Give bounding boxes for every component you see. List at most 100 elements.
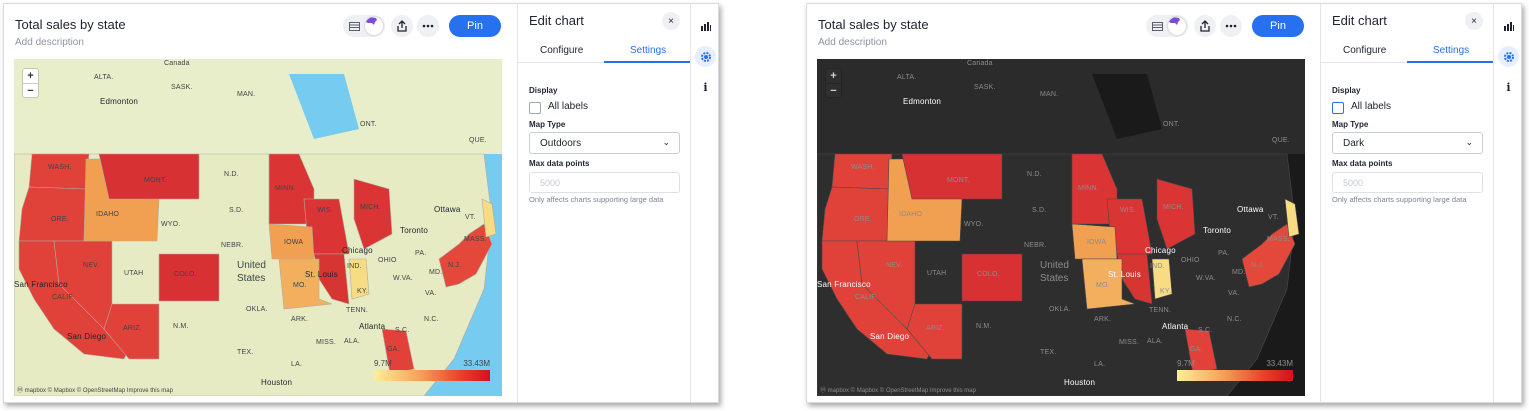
chart-description[interactable]: Add description <box>15 37 84 48</box>
map-label-pa: PA. <box>415 250 427 257</box>
close-icon[interactable]: × <box>662 12 680 30</box>
state-oregon[interactable] <box>821 186 890 242</box>
map-label-mass: MASS. <box>1267 236 1290 243</box>
zoom-in-button[interactable]: + <box>23 69 38 83</box>
map-label-n-m: N.M. <box>976 323 992 330</box>
map-label-ohio: OHIO <box>1181 257 1200 264</box>
zoom-out-button[interactable]: − <box>826 83 841 97</box>
state-washington[interactable] <box>831 153 893 190</box>
gear-icon[interactable] <box>1498 46 1519 67</box>
map-label-ont: ONT. <box>1163 121 1180 128</box>
map-label-colo: COLO. <box>174 271 197 278</box>
map-label-ga: GA. <box>1190 346 1203 353</box>
pin-button[interactable]: Pin <box>449 15 501 37</box>
max-data-points-input[interactable]: 5000 <box>529 172 680 193</box>
map-label-mo: MO. <box>293 282 307 289</box>
map-type-value: Outdoors <box>540 138 582 149</box>
map-label-san-francisco: San Francisco <box>14 280 68 289</box>
map-label-mont: MONT. <box>947 177 970 184</box>
map-label-ohio: OHIO <box>378 257 397 264</box>
pin-button[interactable]: Pin <box>1252 15 1304 37</box>
bar-chart-icon[interactable] <box>1498 15 1519 36</box>
map-label-ark: ARK. <box>291 316 309 323</box>
chart-description[interactable]: Add description <box>818 37 887 48</box>
chart-title[interactable]: Total sales by state <box>818 17 929 32</box>
map-label-mont: MONT. <box>144 177 167 184</box>
edit-chart-panel: Edit chart × Configure Settings Display … <box>517 4 690 402</box>
map-label-n-c: N.C. <box>1227 316 1242 323</box>
map-label-nebr: NEBR. <box>221 242 244 249</box>
table-icon[interactable] <box>345 17 363 35</box>
tab-configure[interactable]: Configure <box>1343 45 1386 56</box>
tab-configure[interactable]: Configure <box>540 45 583 56</box>
canada-land <box>14 59 502 154</box>
map-label-mo: MO. <box>1096 282 1110 289</box>
chart-area: Total sales by state Add description Pin… <box>807 4 1320 402</box>
tab-settings[interactable]: Settings <box>1433 45 1469 56</box>
state-washington[interactable] <box>28 153 90 190</box>
view-toggle[interactable] <box>1146 15 1188 37</box>
share-icon[interactable] <box>391 15 413 37</box>
all-labels-label[interactable]: All labels <box>1351 101 1391 112</box>
map-canvas[interactable] <box>14 59 502 396</box>
map[interactable]: + − Canada ALTA. SASK. MAN. Edmonton ONT. QUE.… <box>14 59 502 396</box>
map-canvas[interactable] <box>817 59 1305 396</box>
map-label-atlanta: Atlanta <box>359 322 386 331</box>
all-labels-checkbox[interactable] <box>529 102 541 114</box>
map-attribution[interactable]: Ⓜ mapbox © Mapbox © OpenStreetMap Improv… <box>17 385 173 394</box>
map-label-wash: WASH. <box>851 164 875 171</box>
zoom-out-button[interactable]: − <box>23 83 38 97</box>
map-label-ariz: ARIZ. <box>926 325 945 332</box>
chart-title[interactable]: Total sales by state <box>15 17 126 32</box>
legend-gradient <box>374 370 490 381</box>
map-label-utah: UTAH <box>124 270 144 277</box>
map-label-mich: MICH. <box>1163 204 1184 211</box>
state-oregon[interactable] <box>18 186 87 242</box>
edit-chart-panel: Edit chart × Configure Settings Display … <box>1320 4 1493 402</box>
zoom-in-button[interactable]: + <box>826 69 841 83</box>
map-type-select[interactable]: Dark ⌄ <box>1332 132 1483 154</box>
max-data-points-input[interactable]: 5000 <box>1332 172 1483 193</box>
map-label-s-d: S.D. <box>1032 207 1047 214</box>
all-labels-label[interactable]: All labels <box>548 101 588 112</box>
map-label-n-j: N.J. <box>1251 262 1265 269</box>
map-label-n-d: N.D. <box>1027 171 1042 178</box>
map-type-label: Map Type <box>529 120 566 129</box>
map-label-iowa: IOWA <box>284 239 304 246</box>
edit-chart-title: Edit chart <box>529 13 584 28</box>
map-label-united: United <box>1040 260 1069 271</box>
map-label-calif: CALIF. <box>855 294 878 301</box>
all-labels-checkbox[interactable] <box>1332 102 1344 114</box>
more-options-icon[interactable] <box>1220 15 1242 37</box>
map-label-n-j: N.J. <box>448 262 462 269</box>
map-label-que: QUE. <box>1272 137 1290 144</box>
share-icon[interactable] <box>1194 15 1216 37</box>
tab-settings[interactable]: Settings <box>630 45 666 56</box>
map-label-san-francisco: San Francisco <box>817 280 871 289</box>
more-options-icon[interactable] <box>417 15 439 37</box>
table-icon[interactable] <box>1148 17 1166 35</box>
map-label-sask: SASK. <box>974 84 996 91</box>
map-type-value: Dark <box>1343 138 1365 149</box>
map-label-man: MAN. <box>1040 91 1059 98</box>
us-map-icon[interactable] <box>365 17 383 35</box>
display-label: Display <box>529 86 558 95</box>
map-label-ky: KY. <box>1160 288 1171 295</box>
map[interactable]: + − Canada ALTA. SASK. MAN. Edmonton ONT. QUE.… <box>817 59 1305 396</box>
info-icon[interactable]: i <box>695 77 716 98</box>
map-legend: 9.7M 33.43M <box>1177 359 1293 381</box>
map-label-san-diego: San Diego <box>870 332 910 341</box>
us-map-icon[interactable] <box>1168 17 1186 35</box>
view-toggle[interactable] <box>343 15 385 37</box>
info-icon[interactable]: i <box>1498 77 1519 98</box>
map-label-minn: MINN. <box>1078 185 1099 192</box>
map-type-select[interactable]: Outdoors ⌄ <box>529 132 680 154</box>
chevron-down-icon: ⌄ <box>1465 137 1473 147</box>
map-label-canada: Canada <box>967 60 993 67</box>
bar-chart-icon[interactable] <box>695 15 716 36</box>
close-icon[interactable]: × <box>1465 12 1483 30</box>
max-data-points-hint: Only affects charts supporting large dat… <box>529 195 664 204</box>
gear-icon[interactable] <box>695 46 716 67</box>
map-attribution[interactable]: Ⓜ mapbox © Mapbox © OpenStreetMap Improv… <box>820 385 976 394</box>
side-rail: i <box>690 4 719 402</box>
